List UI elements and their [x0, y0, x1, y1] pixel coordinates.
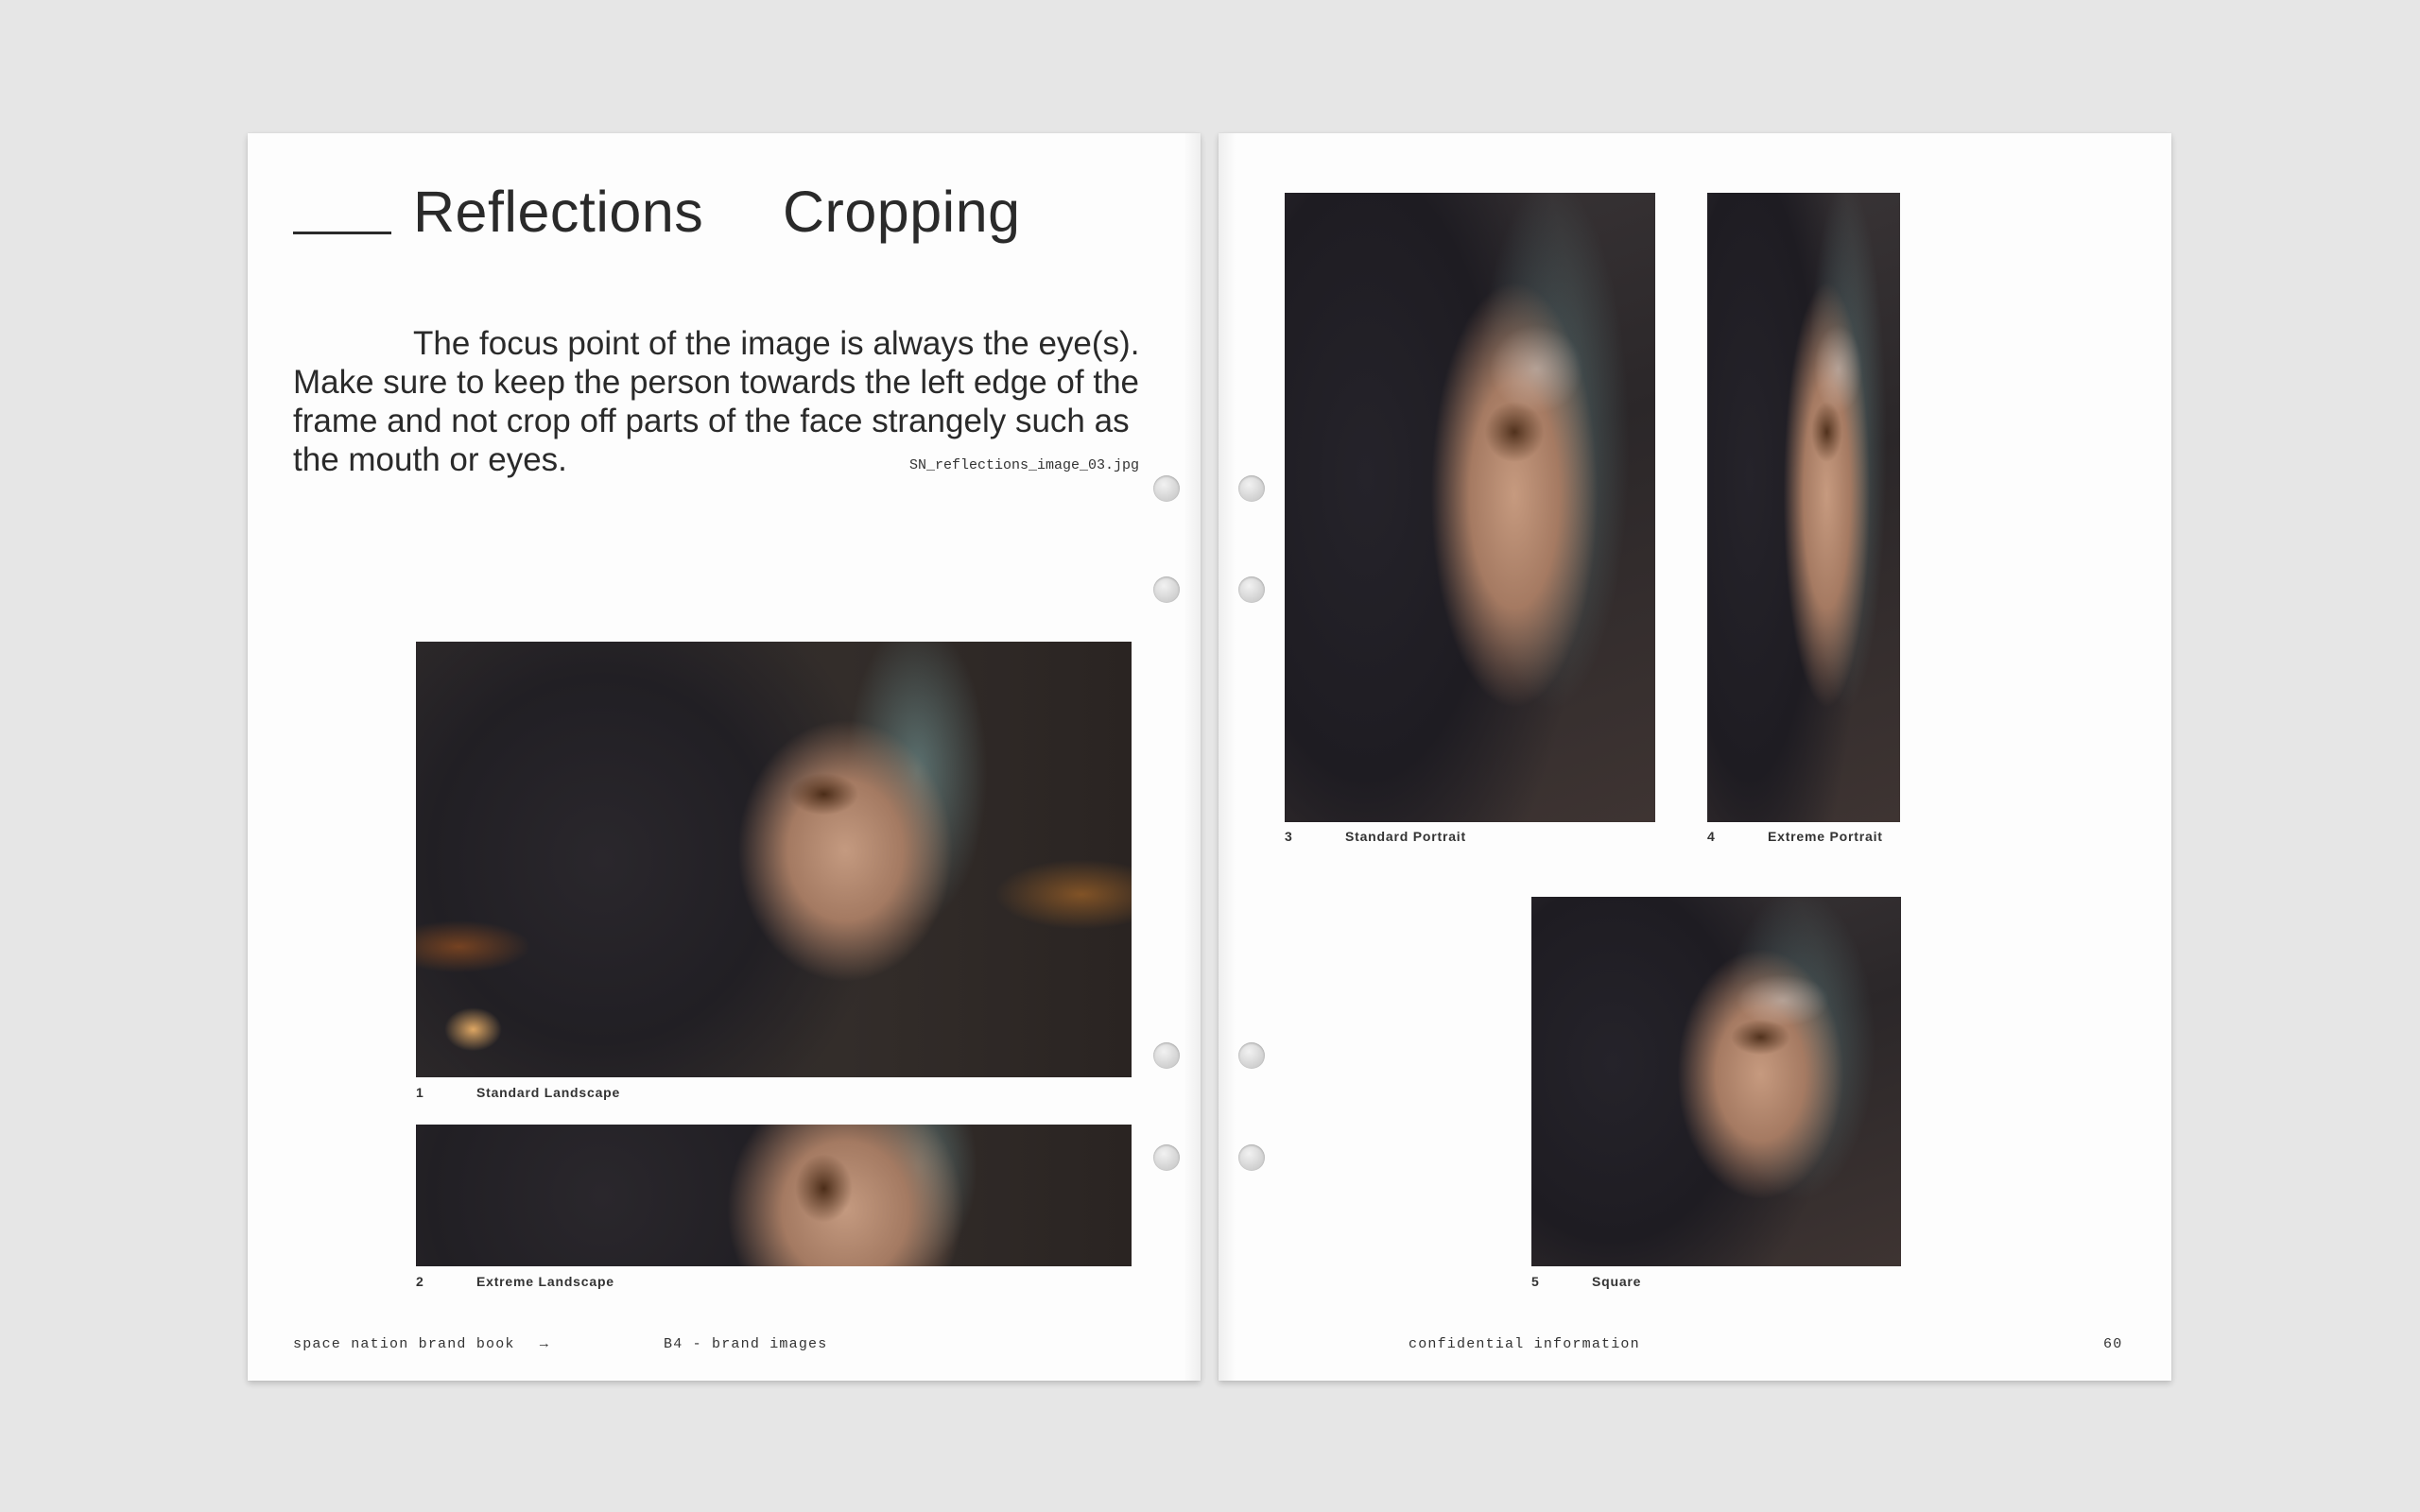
footer-brand: space nation brand book → [293, 1336, 549, 1352]
standard-landscape-image [416, 642, 1132, 1077]
extreme-landscape-image [416, 1125, 1132, 1266]
binder-hole [1238, 475, 1265, 502]
image-filename: SN_reflections_image_03.jpg [909, 457, 1140, 473]
figure-label: Extreme Portrait [1768, 829, 1883, 844]
binder-hole [1153, 576, 1180, 603]
footer-brand-text: space nation brand book [293, 1336, 515, 1352]
spine-shadow [1184, 133, 1201, 1381]
figure-number: 2 [416, 1274, 424, 1289]
page-subtitle: Cropping [783, 180, 1021, 244]
figure-label: Extreme Landscape [476, 1274, 614, 1289]
body-text: The focus point of the image is always t… [293, 325, 1140, 478]
left-page: Reflections Cropping The focus point of … [248, 133, 1201, 1381]
binder-hole [1153, 1144, 1180, 1171]
figure-label: Standard Landscape [476, 1085, 621, 1100]
binder-hole [1238, 1144, 1265, 1171]
figure-number: 5 [1531, 1274, 1540, 1289]
arrow-right-icon: → [539, 1336, 550, 1352]
right-page: 3 Standard Portrait 4 Extreme Portrait 5 Sq… [1219, 133, 2171, 1381]
figure-number: 4 [1707, 829, 1716, 844]
footer-confidential: confidential information [1409, 1336, 1640, 1352]
footer-section: B4 - brand images [664, 1336, 828, 1352]
figure-label: Square [1592, 1274, 1642, 1289]
page-number: 60 [2103, 1336, 2123, 1352]
binder-hole [1238, 1042, 1265, 1069]
figure-caption-2: 2 Extreme Landscape [416, 1274, 614, 1289]
figure-label: Standard Portrait [1345, 829, 1466, 844]
binder-hole [1153, 475, 1180, 502]
body-paragraph: The focus point of the image is always t… [293, 324, 1144, 479]
figure-number: 1 [416, 1085, 424, 1100]
figure-number: 3 [1285, 829, 1293, 844]
binder-hole [1153, 1042, 1180, 1069]
standard-portrait-image [1285, 193, 1655, 822]
binder-hole [1238, 576, 1265, 603]
page-title: Reflections [413, 180, 704, 244]
figure-caption-3: 3 Standard Portrait [1285, 829, 1466, 844]
square-image [1531, 897, 1901, 1266]
figure-caption-4: 4 Extreme Portrait [1707, 829, 1883, 844]
spine-shadow [1219, 133, 1236, 1381]
title-rule [293, 232, 391, 234]
extreme-portrait-image [1707, 193, 1900, 822]
figure-caption-1: 1 Standard Landscape [416, 1085, 620, 1100]
figure-caption-5: 5 Square [1531, 1274, 1641, 1289]
